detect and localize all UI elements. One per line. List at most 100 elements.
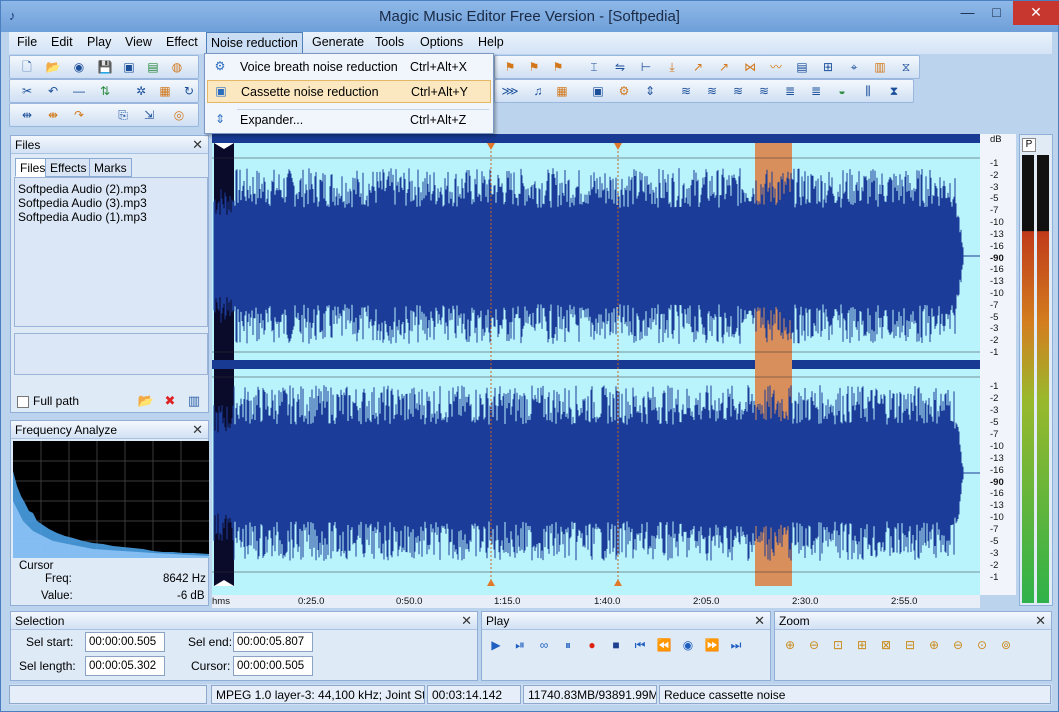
undo-icon[interactable]: ↶ [44,83,62,100]
effect-i-icon[interactable]: ↗ [715,59,733,76]
delete-line-icon[interactable]: — [70,83,88,100]
effect-v-icon[interactable]: ⇕ [641,83,659,100]
close-icon[interactable]: ✕ [1035,613,1046,629]
close-button[interactable]: ✕ [1013,1,1059,25]
split-icon[interactable]: ⇼ [44,107,62,124]
effect-l-icon[interactable]: ▤ [793,59,811,76]
tab-effects[interactable]: Effects [45,158,92,177]
sel-length-field[interactable] [85,656,165,676]
effect-w-icon[interactable]: ≋ [677,83,695,100]
zoom-vertical-out-icon[interactable]: ⊖ [948,635,968,655]
menu-help[interactable]: Help [474,35,508,49]
menu-cassette-noise-reduction[interactable]: ▣ Cassette noise reduction Ctrl+Alt+Y [207,80,491,103]
menu-file[interactable]: File [13,35,41,49]
save-as-icon[interactable]: ▣ [120,59,138,76]
effect-k-icon[interactable]: 〰 [767,59,785,76]
mix-icon[interactable]: ↻ [180,83,198,100]
effect-n-icon[interactable]: ⌖ [845,59,863,76]
effect-eq3-icon[interactable]: ◒ [833,83,851,100]
effect-d-icon[interactable]: ⌶ [585,59,603,76]
effect-eq1-icon[interactable]: ≣ [781,83,799,100]
menu-noise-reduction[interactable]: Noise reduction [206,32,303,54]
close-icon[interactable]: ✕ [754,613,765,629]
effect-j-icon[interactable]: ⋈ [741,59,759,76]
cursor-field[interactable] [233,656,313,676]
effect-o-icon[interactable]: ▥ [871,59,889,76]
zoom-in-icon[interactable]: ⊕ [780,635,800,655]
export-icon[interactable]: ⎘ [114,107,132,124]
effect-eq2-icon[interactable]: ≣ [807,83,825,100]
pause-icon[interactable]: ⏸ [558,635,578,655]
effect-z-icon[interactable]: ≋ [755,83,773,100]
effect-x-icon[interactable]: ≋ [703,83,721,100]
open-folder-icon[interactable]: 📂 [44,59,62,76]
list-item[interactable]: Softpedia Audio (1).mp3 [18,210,147,224]
import-icon[interactable]: ⇲ [140,107,158,124]
menu-edit[interactable]: Edit [47,35,77,49]
effect-c-icon[interactable]: ⚑ [549,59,567,76]
effect-q-icon[interactable]: ⋙ [501,83,519,100]
zoom-all-icon[interactable]: ⊠ [876,635,896,655]
maximize-button[interactable]: □ [982,1,1011,25]
burn-icon[interactable]: ◎ [170,107,188,124]
effect-eq4-icon[interactable]: ⫼ [859,83,877,100]
paste-icon[interactable]: ▦ [156,83,174,100]
curve-icon[interactable]: ↷ [70,107,88,124]
go-to-end-icon[interactable]: ⏭ [726,635,746,655]
waveform-view[interactable] [212,134,980,606]
sel-end-field[interactable] [233,632,313,652]
sel-start-field[interactable] [85,632,165,652]
effect-h-icon[interactable]: ↗ [689,59,707,76]
new-file-icon[interactable]: 🗋 [18,59,36,76]
effect-f-icon[interactable]: ⊢ [637,59,655,76]
effect-b-icon[interactable]: ⚑ [525,59,543,76]
minimize-button[interactable]: — [953,1,982,25]
effect-e-icon[interactable]: ⇋ [611,59,629,76]
settings-icon[interactable]: ✲ [132,83,150,100]
list-item[interactable]: Softpedia Audio (3).mp3 [18,196,147,210]
effect-a-icon[interactable]: ⚑ [501,59,519,76]
remove-file-button[interactable]: ✖ [161,392,179,410]
open-cd-icon[interactable]: ◉ [70,59,88,76]
menu-play[interactable]: Play [83,35,115,49]
record-icon[interactable]: ● [582,635,602,655]
loop-icon[interactable]: ∞ [534,635,554,655]
effect-g-icon[interactable]: ⤓ [663,59,681,76]
effect-u-icon[interactable]: ⚙ [615,83,633,100]
menu-effect[interactable]: Effect [162,35,202,49]
redo-icon[interactable]: ⇅ [96,83,114,100]
menu-expander[interactable]: ⇕ Expander... Ctrl+Alt+Z [207,109,491,132]
zoom-reset-icon[interactable]: ⊚ [996,635,1016,655]
play-to-end-icon[interactable]: ⏯ [510,635,530,655]
waveform-graph[interactable] [212,134,980,595]
save-all-icon[interactable]: ▤ [144,59,162,76]
effect-p-icon[interactable]: ⧖ [897,59,915,76]
close-icon[interactable]: ✕ [192,137,203,153]
effect-eq5-icon[interactable]: ⧗ [885,83,903,100]
tab-marks[interactable]: Marks [89,158,132,177]
menu-voice-breath-noise-reduction[interactable]: ⚙ Voice breath noise reduction Ctrl+Alt+… [207,56,491,79]
zoom-cursor-icon[interactable]: ⊙ [972,635,992,655]
go-to-start-icon[interactable]: ⏮ [630,635,650,655]
effect-m-icon[interactable]: ⊞ [819,59,837,76]
close-icon[interactable]: ✕ [192,422,203,438]
zoom-vertical-in-icon[interactable]: ⊕ [924,635,944,655]
zoom-selection-icon[interactable]: ⊡ [828,635,848,655]
play-circle-icon[interactable]: ◉ [678,635,698,655]
rewind-icon[interactable]: ⏪ [654,635,674,655]
web-icon[interactable]: ◍ [168,59,186,76]
menu-options[interactable]: Options [416,35,467,49]
list-item[interactable]: Softpedia Audio (2).mp3 [18,182,147,196]
trim-icon[interactable]: ⇹ [18,107,36,124]
zoom-out-icon[interactable]: ⊖ [804,635,824,655]
effect-t-icon[interactable]: ▣ [589,83,607,100]
trash-icon[interactable]: ▥ [185,392,203,410]
open-folder-button[interactable]: 📂 [137,392,155,410]
play-icon[interactable]: ▶ [486,635,506,655]
save-icon[interactable]: 💾 [96,59,114,76]
fast-forward-icon[interactable]: ⏩ [702,635,722,655]
menu-view[interactable]: View [121,35,156,49]
cut-icon[interactable]: ✂ [18,83,36,100]
effect-s-icon[interactable]: ▦ [553,83,571,100]
zoom-left-icon[interactable]: ⊟ [900,635,920,655]
